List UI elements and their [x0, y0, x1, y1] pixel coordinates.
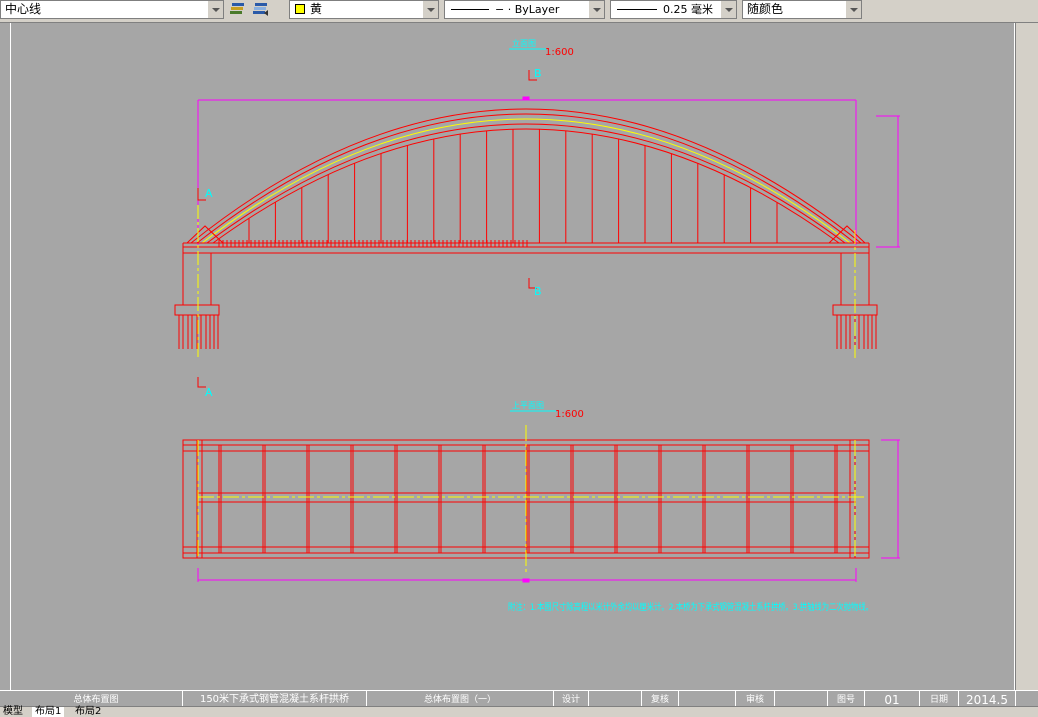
- properties-toolbar: 中心线 黄 − · ByLayer 0.25 毫米 随颜色: [0, 0, 1038, 23]
- drawing-notes: 附注：1.本图尺寸除高程以米计外余均以厘米计。2.本桥为下承式钢管混凝土系杆拱桥…: [508, 601, 873, 613]
- section-marker-b-bottom: B: [528, 278, 542, 298]
- section-b-label: B: [534, 67, 542, 80]
- color-swatch: [295, 4, 305, 14]
- elevation-title: 立面图 1:600: [509, 38, 574, 58]
- arch-rib: [190, 108, 862, 244]
- chevron-down-icon[interactable]: [720, 1, 736, 18]
- svg-text:上平面图: 上平面图: [512, 401, 544, 410]
- title-cell: 01: [865, 691, 920, 707]
- color-combo[interactable]: 黄: [289, 0, 439, 19]
- title-cell-blank: [589, 691, 642, 707]
- svg-text:立面图: 立面图: [512, 38, 536, 48]
- title-cell: 总体布置图（一）: [367, 691, 554, 707]
- section-a-label: A: [205, 187, 213, 200]
- drawing-canvas[interactable]: 立面图 1:600 B B A A 上平面图 1:600 附注：1.本图尺寸除高…: [10, 23, 1015, 690]
- lineweight-sample: [617, 9, 657, 10]
- layout-tabs: 模型 布局1 布局2: [0, 706, 1038, 717]
- title-block: 总体布置图 150米下承式钢管混凝土系杆拱桥 总体布置图（一） 设计 复核 审核…: [0, 690, 1038, 707]
- title-cell: 总体布置图: [10, 691, 183, 707]
- chevron-down-icon[interactable]: [588, 1, 604, 18]
- title-cell: 复核: [642, 691, 679, 707]
- lineweight-combo-value: 0.25 毫米: [663, 3, 713, 16]
- plan-scale: 1:600: [555, 409, 584, 420]
- chevron-down-icon[interactable]: [422, 1, 438, 18]
- linetype-name: ByLayer: [514, 3, 560, 16]
- plotstyle-combo-value: 随颜色: [747, 2, 784, 16]
- svg-text:附注：1.本图尺寸除高程以米计外余均以厘米计。2.本桥为下承: 附注：1.本图尺寸除高程以米计外余均以厘米计。2.本桥为下承式钢管混凝土系杆拱桥…: [508, 601, 873, 613]
- title-cell-blank: [679, 691, 736, 707]
- section-b-label: B: [534, 285, 542, 298]
- lineweight-combo[interactable]: 0.25 毫米: [610, 0, 737, 19]
- title-cell: 图号: [828, 691, 865, 707]
- plan-dimensions: [197, 439, 900, 583]
- title-cell: 审核: [736, 691, 775, 707]
- title-cell: 2014.5: [959, 691, 1016, 707]
- linetype-combo[interactable]: − · ByLayer: [444, 0, 605, 19]
- chevron-down-icon[interactable]: [207, 1, 223, 18]
- section-marker-a-top: A: [197, 187, 213, 201]
- layer-previous-icon[interactable]: [250, 1, 270, 19]
- plotstyle-combo[interactable]: 随颜色: [742, 0, 862, 19]
- elevation-scale: 1:600: [545, 47, 574, 58]
- linetype-combo-value: − · ByLayer: [495, 3, 560, 16]
- linetype-sample: [451, 9, 489, 10]
- title-cell: 日期: [920, 691, 959, 707]
- plan-title: 上平面图 1:600: [510, 401, 584, 420]
- chevron-down-icon[interactable]: [845, 1, 861, 18]
- section-marker-a-bottom: A: [197, 377, 213, 399]
- section-a-label: A: [205, 386, 213, 399]
- title-cell: 150米下承式钢管混凝土系杆拱桥: [183, 691, 367, 707]
- title-cell: 设计: [554, 691, 589, 707]
- layer-combo[interactable]: 中心线: [0, 0, 224, 19]
- vertical-scrollbar[interactable]: [1015, 23, 1038, 690]
- title-cell-blank: [775, 691, 828, 707]
- hangers: [248, 129, 778, 243]
- drawing-svg: 立面图 1:600 B B A A 上平面图 1:600 附注：1.本图尺寸除高…: [174, 38, 900, 613]
- left-pier: [174, 252, 220, 349]
- pier-centerlines: [197, 205, 856, 358]
- color-combo-value: 黄: [310, 2, 323, 16]
- layer-manager-icon[interactable]: [227, 1, 247, 19]
- layer-combo-value: 中心线: [5, 2, 42, 16]
- section-marker-b-top: B: [528, 67, 542, 81]
- deck-tie-beam: [182, 225, 870, 254]
